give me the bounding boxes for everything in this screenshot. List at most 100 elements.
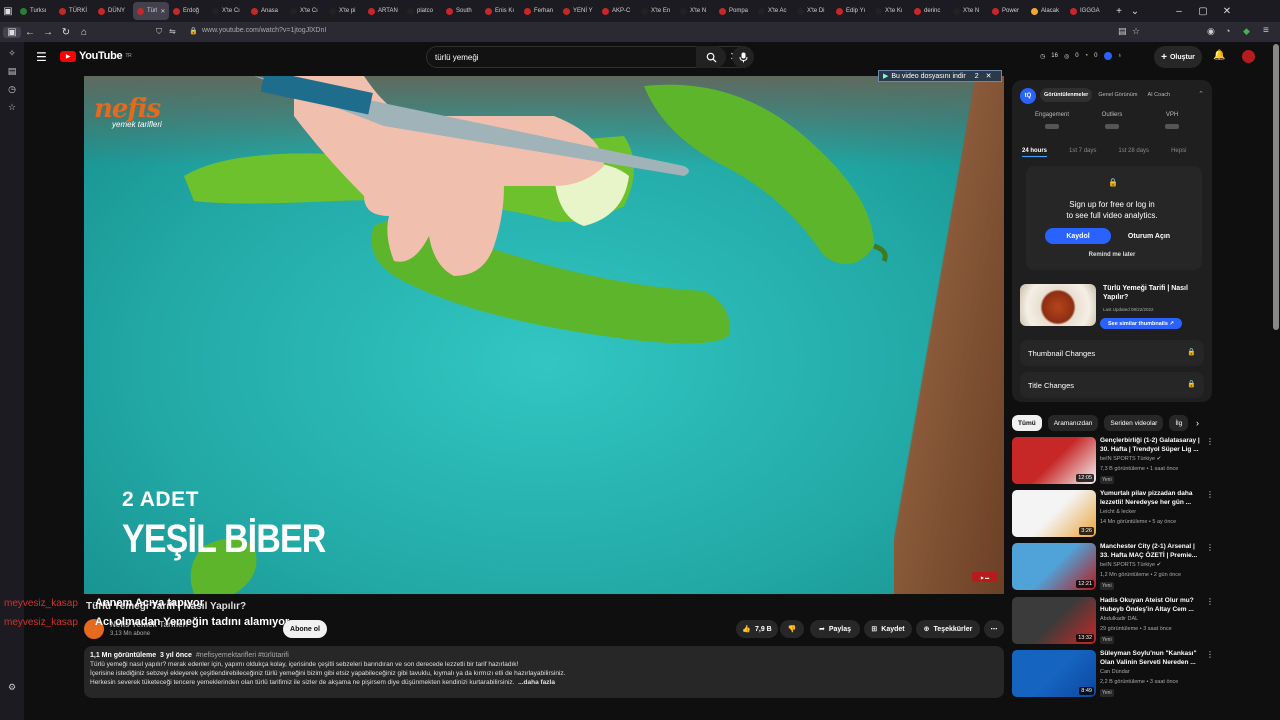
channel-name[interactable]: Leicht & lecker: [1100, 509, 1136, 515]
recommendation-item[interactable]: 8:49 Süleyman Soylu'nun "Kankası" Olan Va…: [1012, 650, 1216, 700]
extensions-icon[interactable]: ◆: [1243, 26, 1250, 37]
range-7d[interactable]: 1st 7 days: [1069, 148, 1096, 157]
video-title[interactable]: Gençlerbirliği (1-2) Galatasaray | 30. H…: [1100, 437, 1204, 454]
similar-thumbnails-button[interactable]: See similar thumbnails ↗: [1100, 318, 1182, 329]
browser-tab[interactable]: Power: [988, 2, 1027, 20]
more-vertical-icon[interactable]: ⋮: [1206, 650, 1214, 659]
bookmarks-icon[interactable]: ☆: [0, 98, 24, 116]
video-thumbnail[interactable]: 12:05: [1012, 437, 1096, 484]
browser-tab[interactable]: X'te Cı: [286, 2, 325, 20]
range-28d[interactable]: 1st 28 days: [1118, 148, 1149, 157]
account-icon[interactable]: ◉: [1207, 26, 1215, 37]
sidebar-panel-icon[interactable]: ▣: [3, 26, 21, 38]
browser-tab[interactable]: Edip Yı: [832, 2, 871, 20]
bookmark-star-icon[interactable]: ☆: [1132, 26, 1140, 37]
browser-tab[interactable]: South: [442, 2, 481, 20]
browser-tab[interactable]: X'te En: [637, 2, 676, 20]
tab-views[interactable]: Görüntülenmeler: [1040, 88, 1093, 102]
ai-chat-icon[interactable]: ✧: [0, 44, 24, 62]
browser-tab[interactable]: X'te Ac: [754, 2, 793, 20]
watch-on-youtube-badge[interactable]: ▶ ▬: [972, 572, 998, 582]
reader-icon[interactable]: ▤: [1118, 26, 1127, 37]
sidebar-toggle-icon[interactable]: ▣: [0, 3, 16, 19]
settings-gear-icon[interactable]: ⚙: [0, 678, 24, 696]
collapse-chevron-icon[interactable]: ⌃: [1198, 90, 1204, 98]
forward-icon[interactable]: →: [39, 27, 57, 38]
ext-badge-icon[interactable]: [1103, 52, 1112, 60]
chevron-right-icon[interactable]: ›: [1196, 418, 1199, 428]
download-close-icon[interactable]: ✕: [986, 72, 992, 80]
range-24h[interactable]: 24 hours: [1022, 148, 1048, 157]
recommendation-item[interactable]: 13:32 Hadis Okuyan Ateist Olur mu? Hubeyb…: [1012, 597, 1216, 647]
channel-name[interactable]: Abdulkadir DAL: [1100, 616, 1138, 622]
browser-tab[interactable]: ARTAN: [364, 2, 403, 20]
browser-tab[interactable]: X'te N: [676, 2, 715, 20]
shield-icon[interactable]: ⛉: [156, 27, 162, 37]
new-tab-button[interactable]: +: [1111, 3, 1127, 19]
history-sidebar-icon[interactable]: ▤: [0, 62, 24, 80]
channel-name[interactable]: beIN SPORTS Türkiye ✔: [1100, 562, 1161, 568]
browser-tab[interactable]: X'te Kı: [871, 2, 910, 20]
signup-button[interactable]: Kaydol: [1045, 228, 1111, 244]
video-title[interactable]: Hadis Okuyan Ateist Olur mu? Hubeyb Önde…: [1100, 597, 1204, 614]
video-thumbnail[interactable]: 13:32: [1012, 597, 1096, 644]
more-vertical-icon[interactable]: ⋮: [1206, 597, 1214, 606]
chip-from-search[interactable]: Aramanızdan: [1047, 415, 1099, 431]
browser-tab[interactable]: IGGGA: [1066, 2, 1105, 20]
account-avatar[interactable]: [1242, 50, 1255, 63]
notifications-bell-icon[interactable]: 🔔: [1213, 50, 1225, 61]
recommendation-item[interactable]: 12:05 Gençlerbirliği (1-2) Galatasaray | …: [1012, 437, 1216, 487]
recommendation-item[interactable]: 3:26 Yumurtalı pilav pizzadan daha lezzet…: [1012, 490, 1216, 540]
range-all[interactable]: Hepsi: [1171, 148, 1186, 157]
channel-name[interactable]: beIN SPORTS Türkiye ✔: [1100, 456, 1161, 462]
save-button[interactable]: ⊞ Kaydet: [864, 620, 912, 638]
browser-tab[interactable]: AKP-C: [598, 2, 637, 20]
video-player[interactable]: nefis yemek tarifleri 2 ADET YEŞİL BİBER…: [84, 76, 1004, 594]
dislike-button[interactable]: 👎: [780, 620, 804, 638]
share-button[interactable]: ➦ Paylaş: [810, 620, 860, 638]
thumbnail-changes-row[interactable]: Thumbnail Changes 🔒: [1020, 340, 1204, 366]
video-thumbnail[interactable]: 3:26: [1012, 490, 1096, 537]
hashtags[interactable]: #nefisyemektarifleri #türlütarifi: [196, 652, 289, 659]
video-title[interactable]: Manchester City (2-1) Arsenal | 33. Haft…: [1100, 543, 1204, 560]
youtube-logo[interactable]: ▶ YouTube TR: [60, 50, 132, 62]
browser-tab[interactable]: Türl ✕: [133, 2, 169, 20]
browser-tab[interactable]: Alacak: [1027, 2, 1066, 20]
description-box[interactable]: 1,1 Mn görüntüleme 3 yıl önce #nefisyeme…: [84, 646, 1004, 698]
browser-tab[interactable]: Anasa: [247, 2, 286, 20]
more-vertical-icon[interactable]: ⋮: [1206, 437, 1214, 446]
video-title[interactable]: Yumurtalı pilav pizzadan daha lezzetli! …: [1100, 490, 1204, 507]
chip-related[interactable]: İlg: [1169, 415, 1189, 431]
scrollbar-thumb[interactable]: [1273, 44, 1279, 330]
search-button[interactable]: [696, 46, 726, 68]
browser-tab[interactable]: X'te Di: [793, 2, 832, 20]
download-video-banner[interactable]: ▶ Bu video dosyasını indir 2 ✕: [878, 70, 1002, 82]
tab-list-icon[interactable]: ⌄: [1127, 3, 1143, 19]
login-button[interactable]: Oturum Açın: [1116, 228, 1182, 244]
permissions-icon[interactable]: ⇋: [169, 27, 176, 36]
title-changes-row[interactable]: Title Changes 🔒: [1020, 372, 1204, 398]
browser-tab[interactable]: TÜRKİ: [55, 2, 94, 20]
vpn-icon[interactable]: ◔: [1225, 26, 1230, 36]
home-icon[interactable]: ⌂: [75, 27, 93, 38]
recommendation-item[interactable]: 12:21 Manchester City (2-1) Arsenal | 33.…: [1012, 543, 1216, 593]
remind-later-button[interactable]: Remind me later: [1012, 252, 1212, 258]
like-button[interactable]: 👍 7,9 B: [736, 620, 778, 638]
browser-tab[interactable]: X'te N: [949, 2, 988, 20]
browser-tab[interactable]: Erdoğ: [169, 2, 208, 20]
minimize-icon[interactable]: –: [1171, 3, 1187, 19]
close-tab-icon[interactable]: ✕: [160, 8, 165, 15]
browser-tab[interactable]: Ferhan: [520, 2, 559, 20]
browser-tab[interactable]: X'te Cı: [208, 2, 247, 20]
lightbulb-icon[interactable]: ♁: [1118, 53, 1123, 59]
more-vertical-icon[interactable]: ⋮: [1206, 543, 1214, 552]
clock-icon[interactable]: ◷: [0, 80, 24, 98]
back-icon[interactable]: ←: [21, 27, 39, 38]
close-window-icon[interactable]: ✕: [1219, 3, 1235, 19]
chip-series[interactable]: Seriden videolar: [1104, 415, 1164, 431]
show-more-link[interactable]: ...daha fazla: [518, 679, 555, 686]
restore-icon[interactable]: ▢: [1195, 3, 1211, 19]
video-thumbnail[interactable]: 12:21: [1012, 543, 1096, 590]
browser-tab[interactable]: Enis Kı: [481, 2, 520, 20]
browser-tab[interactable]: YENİ Y: [559, 2, 598, 20]
